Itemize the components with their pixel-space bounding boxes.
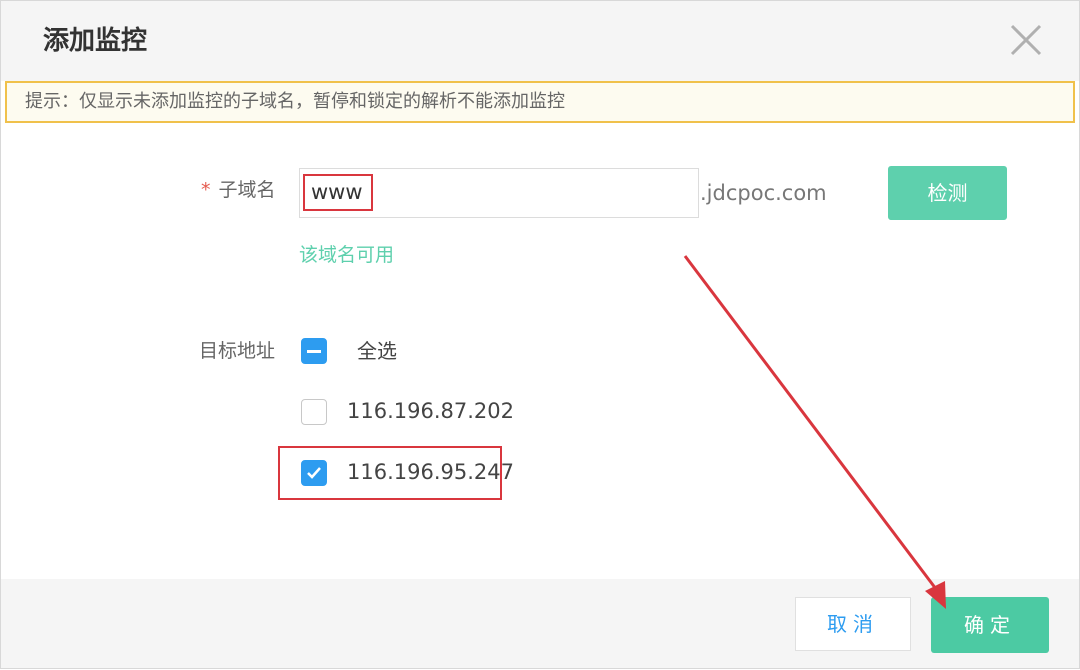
dialog-title: 添加监控	[43, 26, 148, 56]
availability-status: 该域名可用	[299, 244, 395, 266]
address-checkbox-1[interactable]	[301, 399, 327, 425]
add-monitor-dialog: 添加监控 提示：仅显示未添加监控的子域名，暂停和锁定的解析不能添加监控 * 子域名…	[0, 0, 1080, 669]
cancel-button[interactable]: 取消	[795, 597, 911, 651]
target-address-label: 目标地址	[199, 340, 276, 362]
annotation-highlight-box	[278, 446, 502, 500]
close-icon[interactable]	[1007, 21, 1045, 59]
subdomain-label: 子域名	[218, 179, 276, 201]
required-mark: *	[201, 179, 211, 201]
dialog-header: 添加监控	[1, 1, 1079, 81]
confirm-button[interactable]: 确定	[931, 597, 1049, 653]
subdomain-label-row: * 子域名	[201, 176, 276, 204]
subdomain-input-value[interactable]: www	[303, 174, 373, 211]
dialog-footer	[1, 579, 1079, 668]
check-button[interactable]: 检测	[888, 166, 1007, 220]
tip-banner: 提示：仅显示未添加监控的子域名，暂停和锁定的解析不能添加监控	[5, 81, 1075, 123]
domain-suffix: .jdcpoc.com	[700, 181, 827, 205]
select-all-checkbox[interactable]	[301, 338, 327, 364]
address-label-1[interactable]: 116.196.87.202	[347, 396, 514, 426]
select-all-label[interactable]: 全选	[357, 336, 397, 366]
